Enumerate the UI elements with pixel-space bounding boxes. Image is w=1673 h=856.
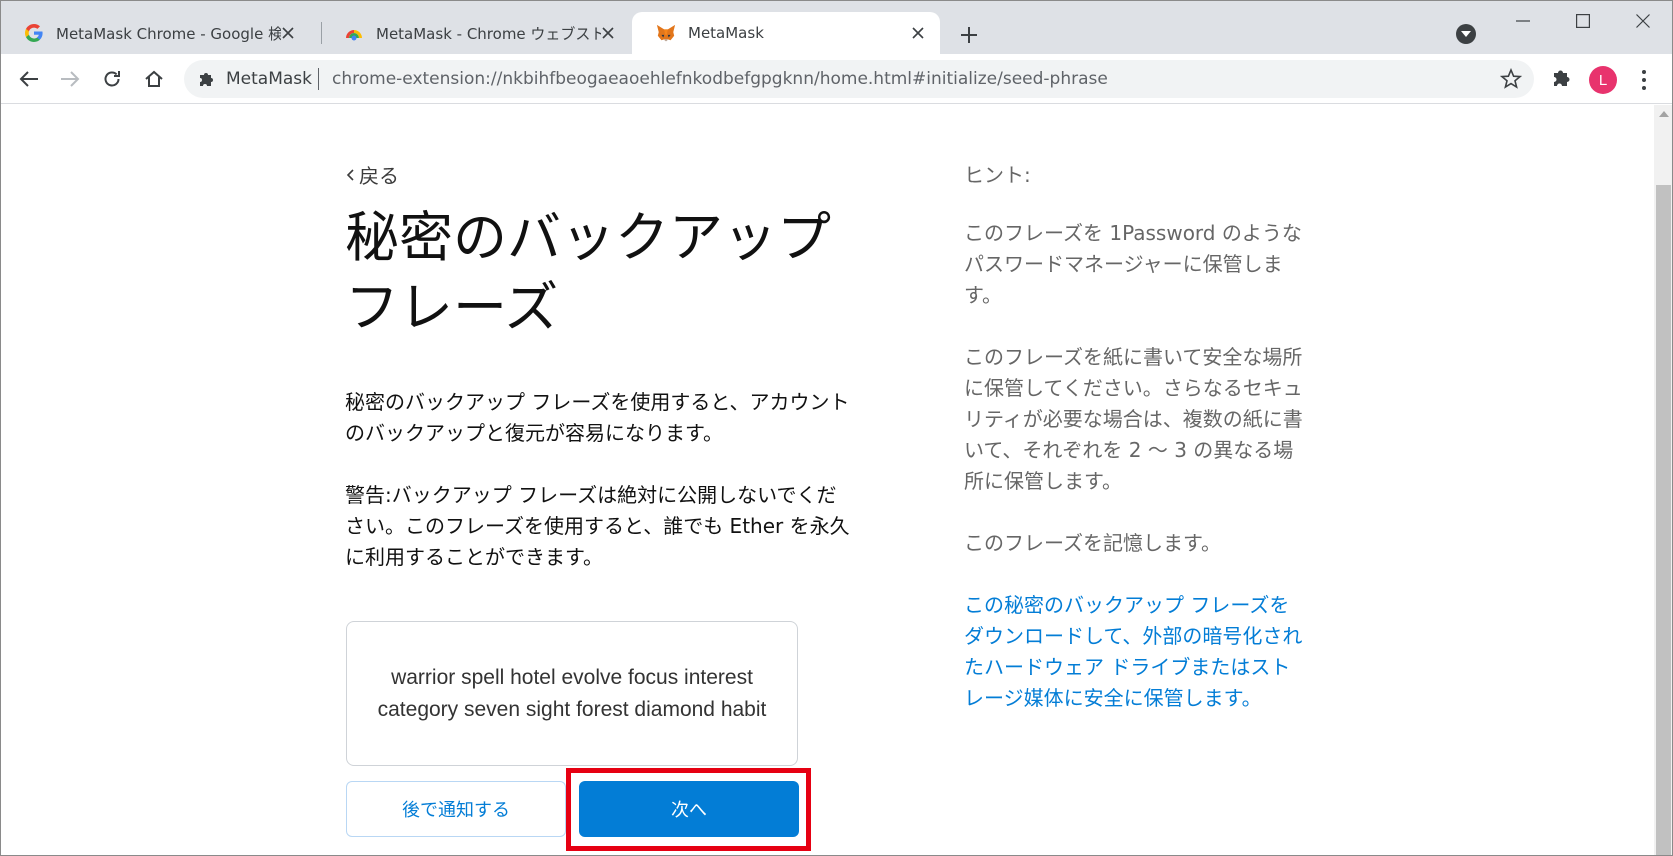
close-icon[interactable] bbox=[908, 23, 928, 43]
page-title: 秘密のバックアップ フレーズ bbox=[345, 203, 845, 343]
tab-search-button[interactable] bbox=[1456, 24, 1476, 44]
page-title-line2: フレーズ bbox=[345, 276, 559, 339]
page-title-line1: 秘密のバックアップ bbox=[345, 206, 831, 269]
page-content: 戻る 秘密のバックアップ フレーズ 秘密のバックアップ フレーズを使用すると、ア… bbox=[0, 105, 1654, 856]
forward-button[interactable] bbox=[57, 66, 83, 92]
close-icon bbox=[1636, 14, 1650, 28]
tab-title: MetaMask Chrome - Google 検索 bbox=[56, 24, 281, 43]
site-name: MetaMask bbox=[226, 69, 312, 89]
metamask-logo bbox=[350, 105, 390, 109]
maximize-button[interactable] bbox=[1560, 6, 1606, 36]
tab-title: MetaMask - Chrome ウェブストア bbox=[376, 24, 601, 43]
warning-text: 警告:バックアップ フレーズは絶対に公開しないでください。このフレーズを使用する… bbox=[345, 483, 850, 569]
hints-title: ヒント: bbox=[964, 163, 1031, 187]
back-link[interactable]: 戻る bbox=[345, 160, 399, 189]
chevron-left-icon bbox=[346, 168, 354, 181]
close-window-button[interactable] bbox=[1620, 6, 1666, 36]
page-scrollbar[interactable] bbox=[1654, 105, 1673, 856]
arrow-left-icon bbox=[19, 71, 38, 87]
home-icon bbox=[145, 70, 163, 87]
remind-later-button[interactable]: 後で通知する bbox=[346, 781, 566, 837]
description-text: 秘密のバックアップ フレーズを使用すると、アカウントのバックアップと復元が容易に… bbox=[345, 390, 850, 445]
back-button[interactable] bbox=[16, 66, 42, 92]
tab-metamask[interactable]: MetaMask bbox=[632, 12, 940, 54]
metamask-fox-icon bbox=[656, 23, 676, 43]
hint-memorize: このフレーズを記憶します。 bbox=[964, 531, 1221, 555]
minimize-button[interactable] bbox=[1500, 6, 1546, 36]
bookmark-star-icon[interactable] bbox=[1500, 68, 1522, 90]
tab-chrome-web-store[interactable]: MetaMask - Chrome ウェブストア bbox=[320, 12, 630, 54]
annotation-highlight-box bbox=[566, 768, 811, 851]
close-icon[interactable] bbox=[598, 23, 618, 43]
reload-icon bbox=[104, 71, 120, 87]
extensions-icon[interactable] bbox=[1550, 66, 1574, 90]
minimize-icon bbox=[1516, 20, 1530, 22]
home-button[interactable] bbox=[141, 66, 167, 92]
hint-password-manager: このフレーズを 1Password のようなパスワードマネージャーに保管します。 bbox=[964, 221, 1302, 307]
reload-button[interactable] bbox=[99, 66, 125, 92]
tab-strip: MetaMask Chrome - Google 検索 MetaMask - C… bbox=[0, 0, 1673, 54]
puzzle-icon bbox=[200, 73, 213, 86]
new-tab-button[interactable] bbox=[956, 22, 982, 48]
maximize-icon bbox=[1576, 14, 1590, 28]
hint-paper-backup: このフレーズを紙に書いて安全な場所に保管してください。さらなるセキュリティが必要… bbox=[964, 345, 1303, 493]
browser-toolbar: MetaMask chrome-extension://nkbihfbeogae… bbox=[0, 54, 1673, 104]
tab-title: MetaMask bbox=[688, 24, 764, 42]
chevron-down-icon bbox=[1461, 31, 1471, 37]
back-label: 戻る bbox=[359, 164, 399, 188]
seed-phrase-box[interactable]: warrior spell hotel evolve focus interes… bbox=[346, 621, 798, 766]
more-vert-icon[interactable] bbox=[1636, 68, 1652, 92]
arrow-right-icon bbox=[61, 71, 80, 87]
close-icon[interactable] bbox=[278, 23, 298, 43]
hints-panel: ヒント: このフレーズを 1Password のようなパスワードマネージャーに保… bbox=[964, 160, 1304, 745]
google-g-icon bbox=[24, 23, 44, 43]
url-text[interactable]: chrome-extension://nkbihfbeogaeaoehlefnk… bbox=[332, 69, 1108, 89]
tab-google-search[interactable]: MetaMask Chrome - Google 検索 bbox=[0, 12, 310, 54]
url-divider bbox=[318, 68, 319, 90]
scroll-up-arrow-icon[interactable] bbox=[1659, 111, 1669, 117]
avatar[interactable]: L bbox=[1589, 66, 1617, 94]
scroll-thumb[interactable] bbox=[1656, 185, 1671, 856]
plus-icon bbox=[961, 27, 977, 43]
chrome-web-store-icon bbox=[344, 23, 364, 43]
download-phrase-link[interactable]: この秘密のバックアップ フレーズをダウンロードして、外部の暗号化されたハードウェ… bbox=[964, 590, 1304, 714]
address-bar[interactable]: MetaMask chrome-extension://nkbihfbeogae… bbox=[184, 60, 1534, 98]
